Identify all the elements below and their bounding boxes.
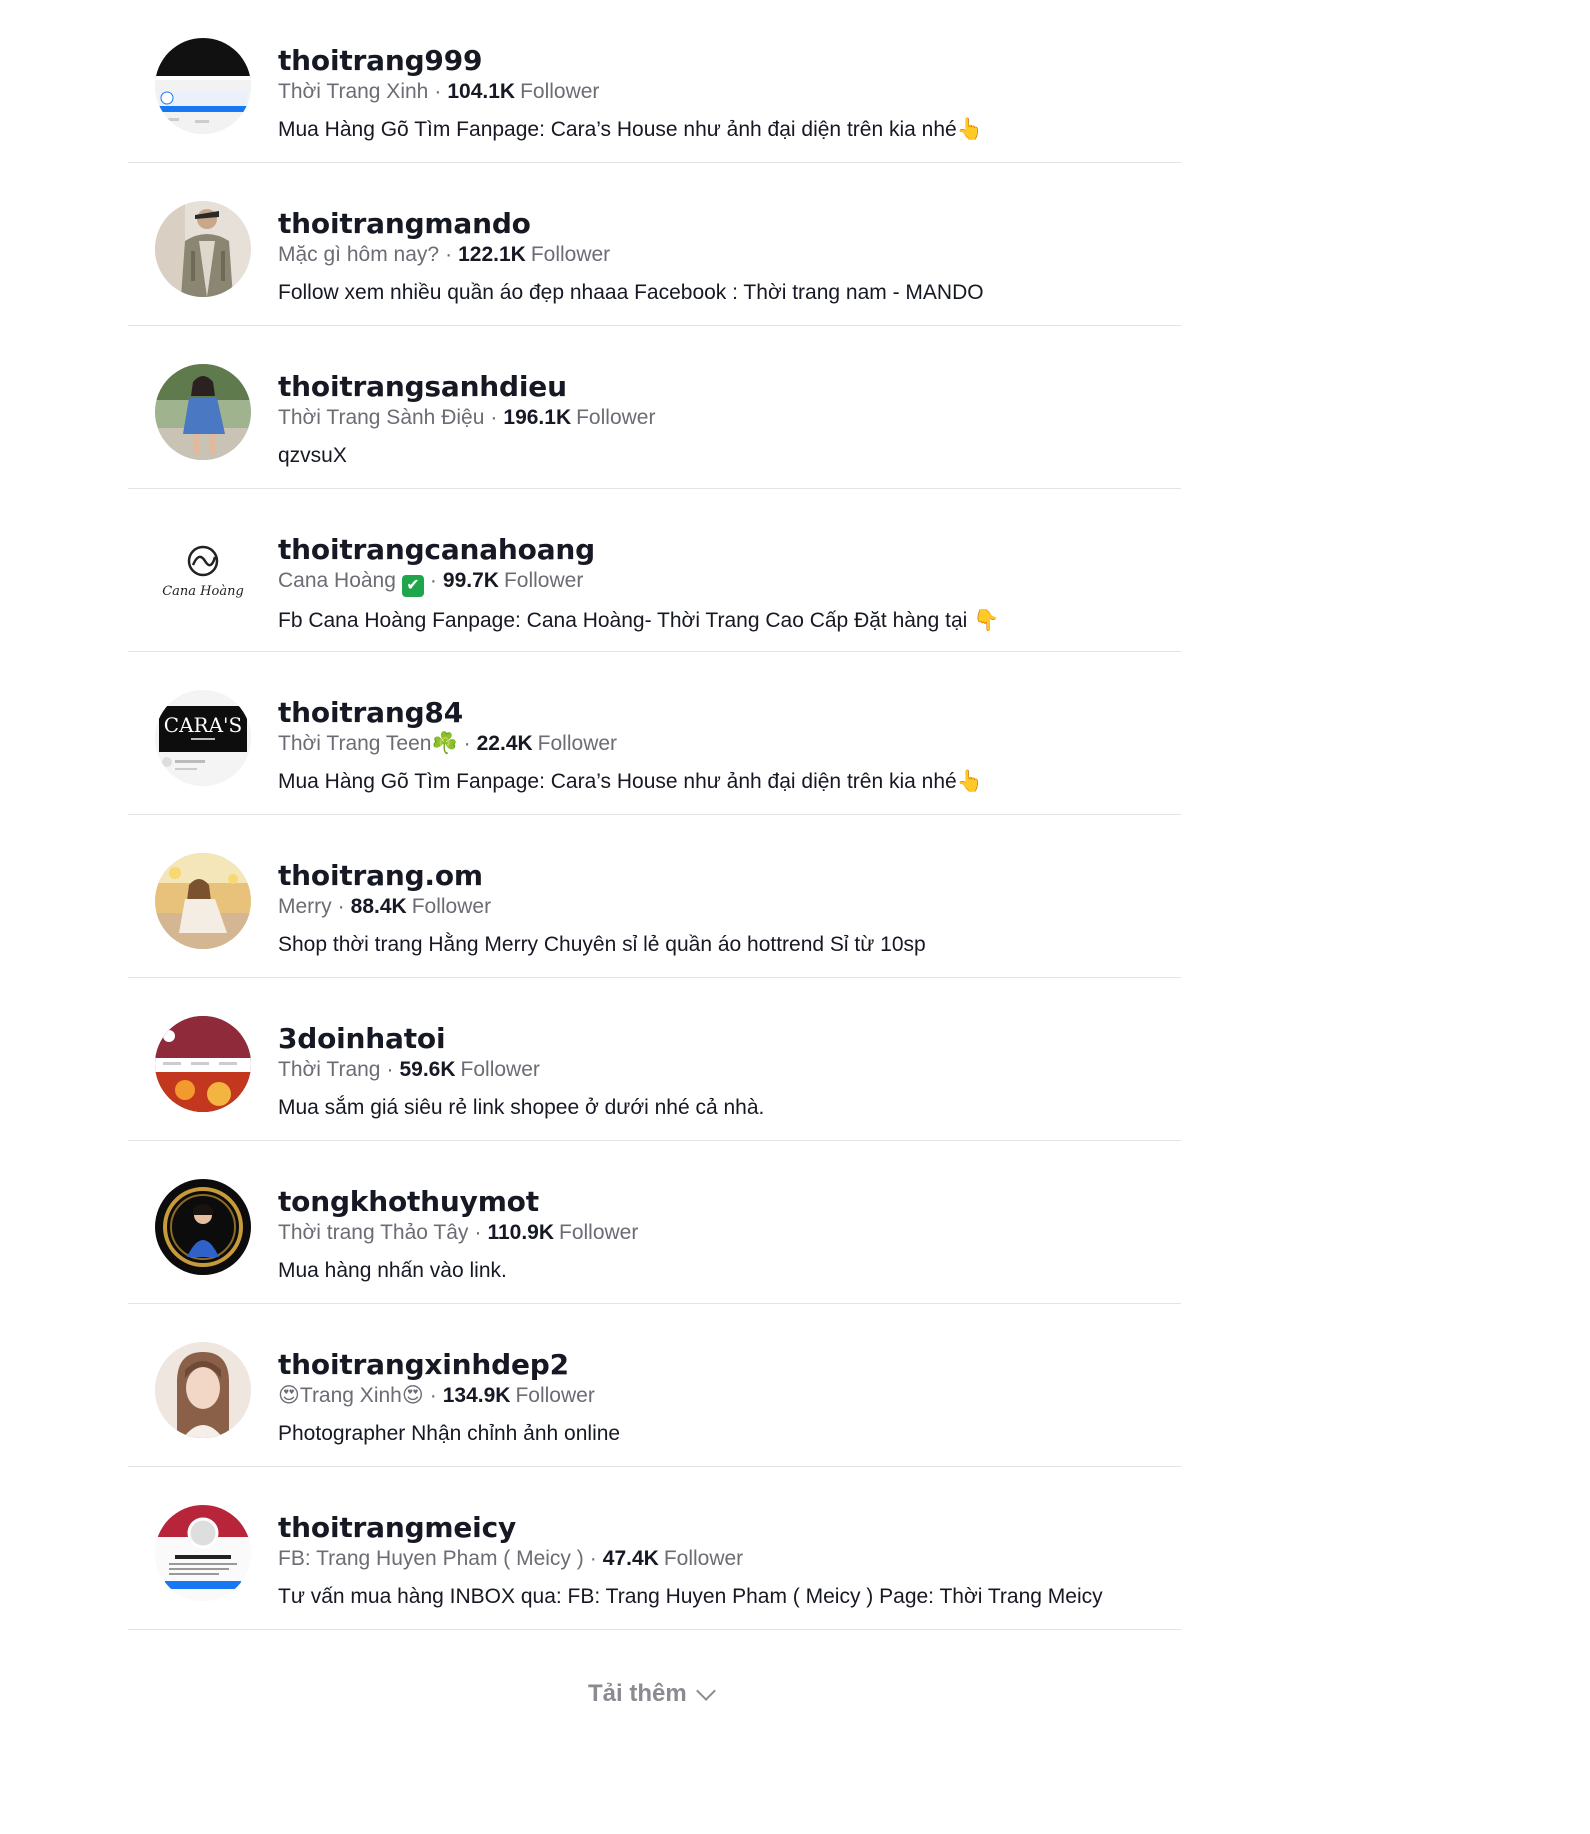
- bio: Tư vấn mua hàng INBOX qua: FB: Trang Huy…: [278, 1585, 1103, 1608]
- username[interactable]: thoitrang999: [278, 44, 1181, 78]
- avatar-logo-text: Cana Hoàng: [162, 584, 244, 599]
- follower-count: 110.9K: [487, 1221, 554, 1244]
- bio: Mua Hàng Gõ Tìm Fanpage: Cara’s House nh…: [278, 118, 983, 141]
- nickname: 😍Trang Xinh😍: [278, 1384, 424, 1407]
- account-row[interactable]: thoitrangxinhdep2 😍Trang Xinh😍 · 134.9K Fol…: [128, 1304, 1181, 1467]
- avatar-logo-text: CARA'S: [164, 713, 242, 737]
- bio: qzvsuX: [278, 444, 347, 467]
- username[interactable]: thoitrang84: [278, 696, 1181, 730]
- nickname: Mặc gì hôm nay?: [278, 243, 440, 266]
- account-row[interactable]: tongkhothuymot Thời trang Thảo Tây · 110.9…: [128, 1141, 1181, 1304]
- man-photo-avatar[interactable]: [155, 201, 251, 297]
- chevron-down-icon: [695, 1681, 716, 1701]
- follower-label: Follower: [537, 732, 618, 755]
- gold-frame-portrait-avatar[interactable]: [155, 1179, 251, 1275]
- check-mark-emoji-icon: ✔: [401, 575, 424, 597]
- search-results-list: thoitrang999 Thời Trang Xinh · 104.1K Follo…: [128, 0, 1181, 1630]
- follower-count: 122.1K: [458, 243, 526, 266]
- follower-count: 99.7K: [442, 569, 499, 592]
- separator-dot: ·: [445, 243, 453, 266]
- follower-label: Follower: [559, 1221, 639, 1244]
- follower-count: 104.1K: [447, 80, 516, 103]
- separator-dot: ·: [429, 1384, 437, 1407]
- account-row[interactable]: thoitrang999 Thời Trang Xinh · 104.1K Follo…: [128, 0, 1181, 163]
- woman-portrait-avatar[interactable]: [155, 1342, 251, 1438]
- nickname: Thời Trang Xinh: [278, 80, 429, 103]
- account-row[interactable]: thoitrangmeicy FB: Trang Huyen Pham ( Me…: [128, 1467, 1181, 1630]
- username[interactable]: thoitrangxinhdep2: [278, 1348, 1181, 1382]
- account-row[interactable]: Cana Hoàng thoitrangcanahoang Cana Hoàng…: [128, 489, 1181, 652]
- username[interactable]: thoitrangcanahoang: [278, 533, 1181, 567]
- follower-label: Follower: [460, 1058, 540, 1081]
- follower-count: 134.9K: [442, 1384, 511, 1407]
- nickname: Merry: [278, 895, 332, 918]
- bio: Fb Cana Hoàng Fanpage: Cana Hoàng- Thời …: [278, 609, 1000, 632]
- bio: Mua Hàng Gõ Tìm Fanpage: Cara’s House nh…: [278, 770, 983, 793]
- bio: Follow xem nhiều quần áo đẹp nhaaa Faceb…: [278, 281, 984, 304]
- separator-dot: ·: [429, 569, 437, 592]
- nickname: Thời trang Thảo Tây: [278, 1221, 469, 1244]
- nickname: Thời Trang: [278, 1058, 381, 1081]
- username[interactable]: thoitrangmeicy: [278, 1511, 1181, 1545]
- username[interactable]: thoitrangmando: [278, 207, 1181, 241]
- separator-dot: ·: [589, 1547, 597, 1570]
- account-row[interactable]: thoitrangmando Mặc gì hôm nay? · 122.1K Fol…: [128, 163, 1181, 326]
- username[interactable]: thoitrangsanhdieu: [278, 370, 1181, 404]
- load-more-button[interactable]: Tải thêm: [588, 1680, 716, 1708]
- follower-count: 22.4K: [476, 732, 533, 755]
- cana-hoang-logo-avatar[interactable]: Cana Hoàng: [155, 527, 251, 623]
- follower-label: Follower: [663, 1547, 744, 1570]
- follower-count: 47.4K: [602, 1547, 659, 1570]
- bio: Mua sắm giá siêu rẻ link shopee ở dưới n…: [278, 1096, 765, 1119]
- username[interactable]: tongkhothuymot: [278, 1185, 1181, 1219]
- follower-label: Follower: [530, 243, 611, 266]
- follower-count: 88.4K: [350, 895, 407, 918]
- woman-outdoor-avatar[interactable]: [155, 364, 251, 460]
- follower-label: Follower: [411, 895, 492, 918]
- caras-house-logo-avatar[interactable]: CARA'S: [155, 690, 251, 786]
- account-row[interactable]: thoitrangsanhdieu Thời Trang Sành Điệu · 1…: [128, 326, 1181, 489]
- follower-label: Follower: [576, 406, 656, 429]
- username[interactable]: thoitrang.om: [278, 859, 1181, 893]
- follower-label: Follower: [520, 80, 600, 103]
- account-row[interactable]: 3doinhatoi Thời Trang · 59.6K Follower Mua …: [128, 978, 1181, 1141]
- account-row[interactable]: CARA'S thoitrang84 Thời Trang Teen☘️ · 22.…: [128, 652, 1181, 815]
- account-row[interactable]: thoitrang.om Merry · 88.4K Follower Shop th…: [128, 815, 1181, 978]
- follower-label: Follower: [515, 1384, 595, 1407]
- nickname: Cana Hoàng: [278, 569, 396, 592]
- separator-dot: ·: [434, 80, 442, 103]
- bio: Shop thời trang Hằng Merry Chuyên sỉ lẻ …: [278, 933, 926, 956]
- load-more-label: Tải thêm: [588, 1680, 687, 1707]
- follower-count: 196.1K: [503, 406, 572, 429]
- separator-dot: ·: [386, 1058, 394, 1081]
- caras-house-logo-avatar[interactable]: [155, 38, 251, 134]
- follower-label: Follower: [503, 569, 584, 592]
- separator-dot: ·: [474, 1221, 482, 1244]
- facebook-profile-screenshot-avatar[interactable]: [155, 1505, 251, 1601]
- bio: Mua hàng nhấn vào link.: [278, 1259, 507, 1282]
- follower-count: 59.6K: [399, 1058, 456, 1081]
- nickname: Thời Trang Sành Điệu: [278, 406, 485, 429]
- red-banner-avatar[interactable]: [155, 1016, 251, 1112]
- separator-dot: ·: [337, 895, 345, 918]
- bio: Photographer Nhận chỉnh ảnh online: [278, 1422, 621, 1445]
- nickname: Thời Trang Teen☘️: [278, 732, 458, 755]
- username[interactable]: 3doinhatoi: [278, 1022, 1181, 1056]
- woman-field-avatar[interactable]: [155, 853, 251, 949]
- separator-dot: ·: [463, 732, 471, 755]
- nickname: FB: Trang Huyen Pham ( Meicy ): [278, 1547, 584, 1570]
- separator-dot: ·: [490, 406, 498, 429]
